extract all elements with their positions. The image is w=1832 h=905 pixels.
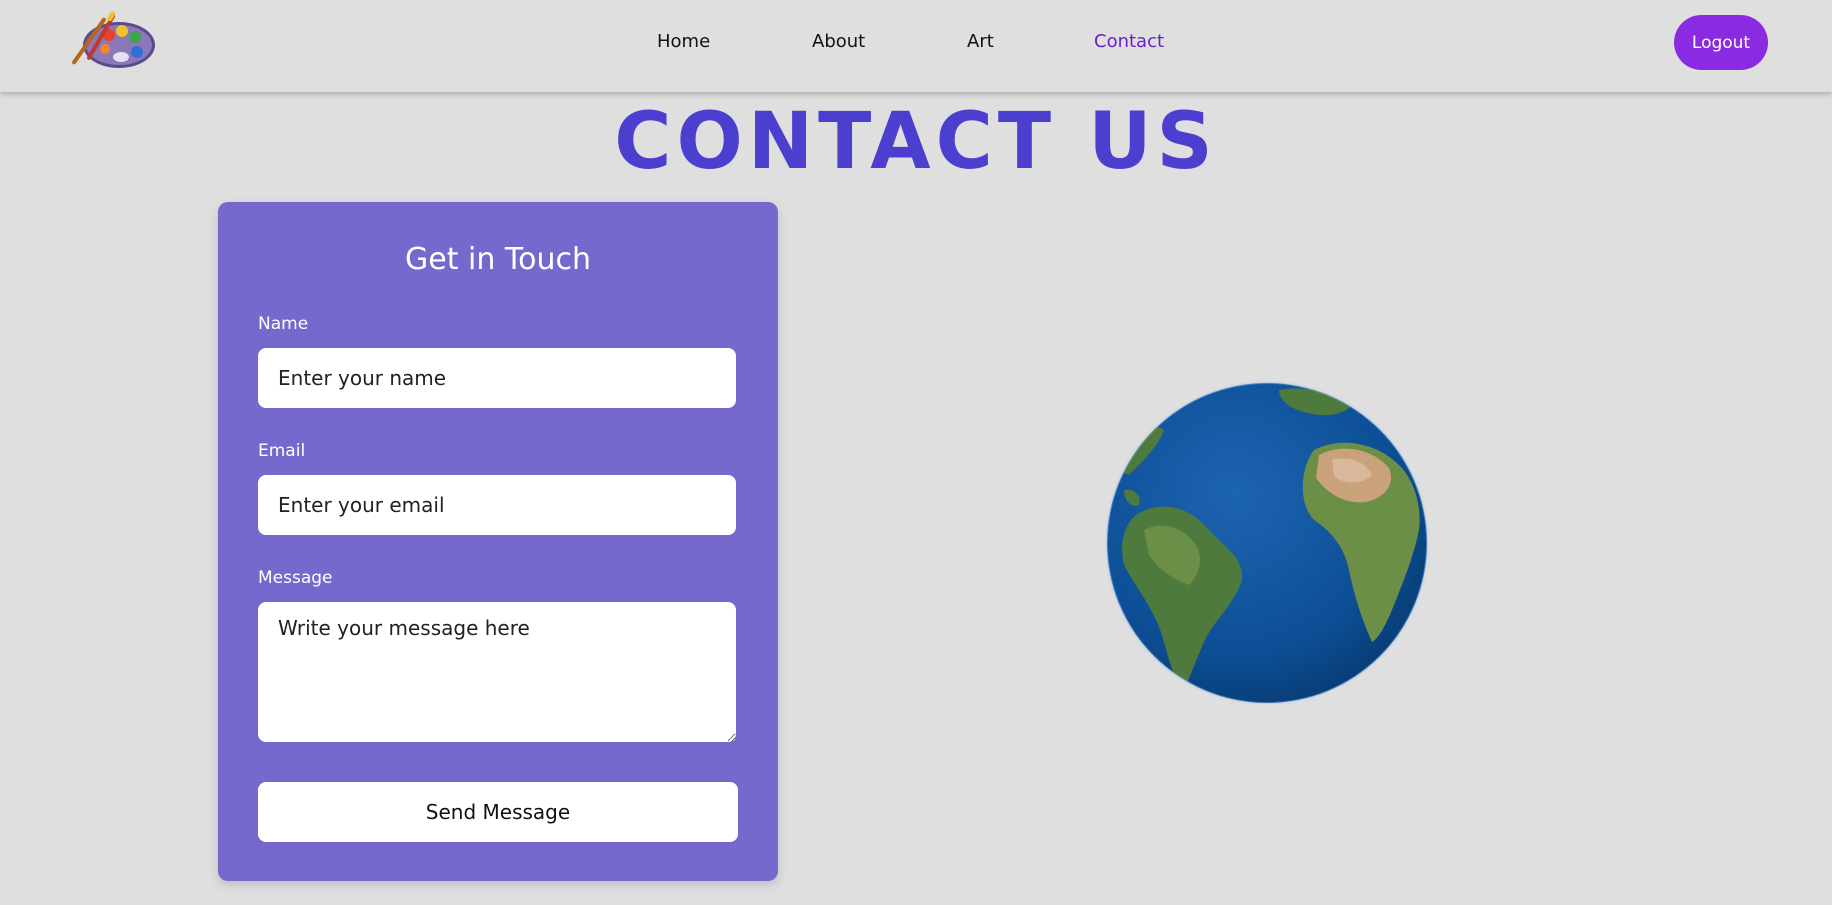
contact-form-card: Get in Touch Name Email Message Send Mes… <box>218 202 778 881</box>
navbar: Home About Art Contact Logout <box>0 0 1832 92</box>
earth-globe-icon <box>1104 380 1430 706</box>
nav-link-art[interactable]: Art <box>967 30 994 54</box>
logout-button[interactable]: Logout <box>1674 15 1768 70</box>
nav-link-about[interactable]: About <box>812 30 865 54</box>
paint-palette-icon[interactable] <box>69 9 157 71</box>
name-label: Name <box>258 314 309 334</box>
nav-link-home[interactable]: Home <box>657 30 710 54</box>
email-label: Email <box>258 441 306 461</box>
page-title: CONTACT US <box>614 97 1218 187</box>
nav-link-contact[interactable]: Contact <box>1094 30 1164 54</box>
email-input[interactable] <box>258 475 736 535</box>
message-textarea[interactable] <box>258 602 736 742</box>
message-label: Message <box>258 568 333 588</box>
send-message-button[interactable]: Send Message <box>258 782 738 842</box>
name-input[interactable] <box>258 348 736 408</box>
form-title: Get in Touch <box>405 242 591 277</box>
